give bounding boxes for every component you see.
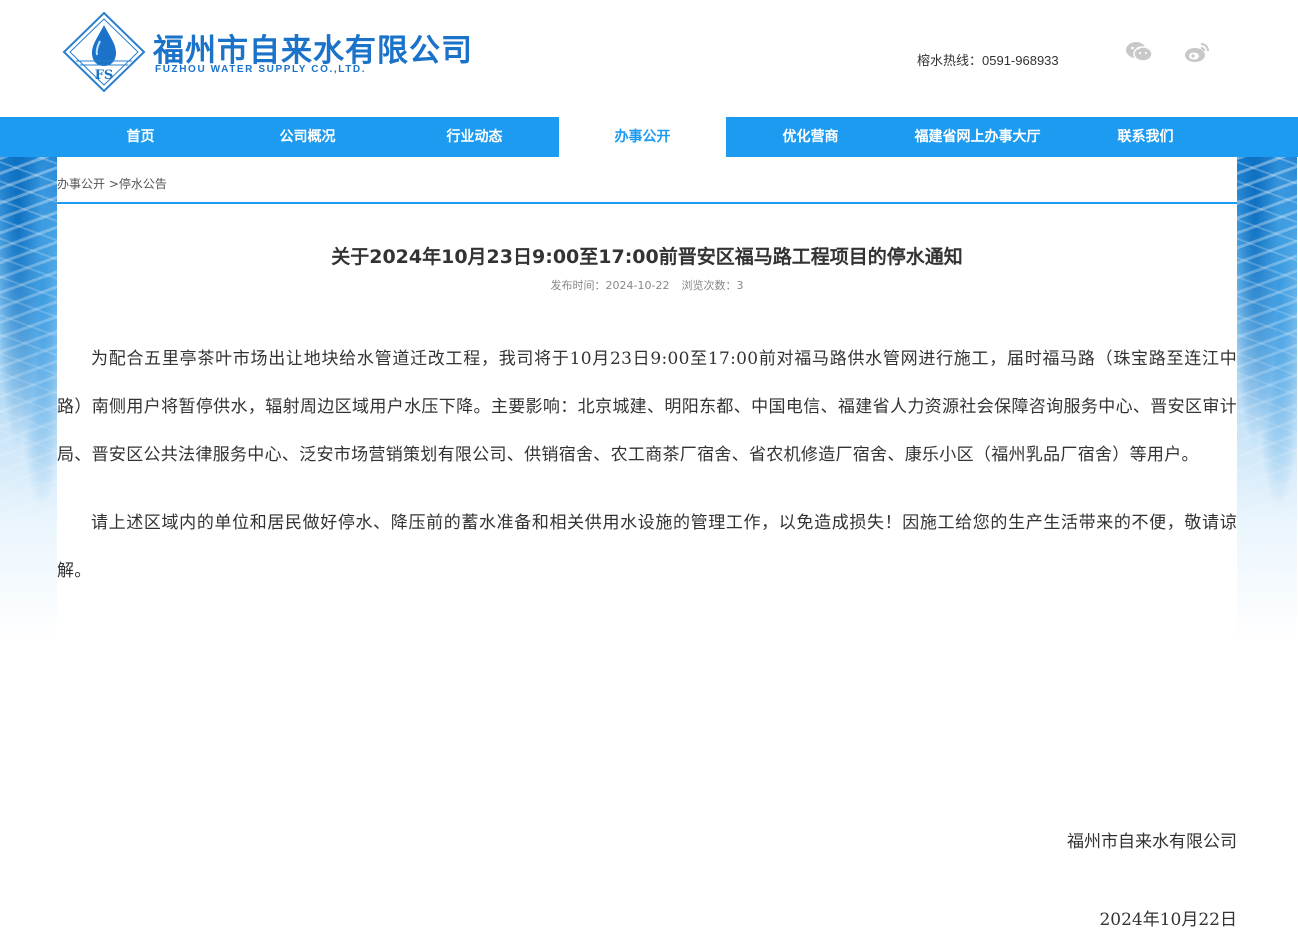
company-logo[interactable]: FS [62, 11, 146, 93]
water-background-right [1237, 157, 1297, 642]
breadcrumb-separator: > [105, 177, 119, 191]
hotline: 榕水热线：0591-968933 [917, 50, 1059, 69]
breadcrumb: 办事公开 >停水公告 [57, 175, 167, 192]
weibo-icon[interactable] [1183, 40, 1211, 64]
main-nav: 首页 公司概况 行业动态 办事公开 优化营商 福建省网上办事大厅 联系我们 [0, 117, 1298, 157]
article-date: 2024年10月22日 [1099, 910, 1237, 930]
site-header: FS 福州市自来水有限公司 FUZHOU WATER SUPPLY CO.,LT… [0, 0, 1298, 117]
article-title: 关于2024年10月23日9:00至17:00前晋安区福马路工程项目的停水通知 [331, 246, 963, 268]
breadcrumb-parent-link[interactable]: 办事公开 [57, 177, 105, 191]
breadcrumb-divider [57, 202, 1237, 204]
nav-item-online-service-hall[interactable]: 福建省网上办事大厅 [894, 117, 1061, 157]
hotline-number: 0591-968933 [982, 53, 1059, 68]
wechat-icon[interactable] [1125, 40, 1153, 64]
brand-name-en: FUZHOU WATER SUPPLY CO.,LTD. [155, 64, 367, 75]
nav-item-public-affairs[interactable]: 办事公开 [559, 117, 726, 157]
nav-item-home[interactable]: 首页 [57, 117, 224, 157]
nav-item-business-environment[interactable]: 优化营商 [727, 117, 894, 157]
breadcrumb-current-link[interactable]: 停水公告 [119, 177, 167, 191]
hotline-label: 榕水热线： [917, 54, 983, 69]
nav-item-company-overview[interactable]: 公司概况 [224, 117, 391, 157]
article-signature: 福州市自来水有限公司 [1067, 832, 1237, 852]
article-meta: 发布时间：2024-10-22 浏览次数：3 [57, 277, 1237, 293]
article-paragraph: 为配合五里亭茶叶市场出让地块给水管道迁改工程，我司将于10月23日9:00至17… [57, 349, 1237, 465]
nav-item-contact-us[interactable]: 联系我们 [1062, 117, 1229, 157]
article-paragraph: 请上述区域内的单位和居民做好停水、降压前的蓄水准备和相关供用水设施的管理工作，以… [57, 513, 1237, 581]
water-background-left [0, 157, 60, 642]
article-body: 为配合五里亭茶叶市场出让地块给水管道迁改工程，我司将于10月23日9:00至17… [57, 335, 1237, 615]
view-count: 浏览次数：3 [681, 279, 744, 292]
main-content: 办事公开 >停水公告 关于2024年10月23日9:00至17:00前晋安区福马… [57, 157, 1237, 934]
nav-item-industry-news[interactable]: 行业动态 [391, 117, 558, 157]
publish-date: 发布时间：2024-10-22 [550, 279, 670, 292]
logo-text: FS [95, 68, 114, 83]
